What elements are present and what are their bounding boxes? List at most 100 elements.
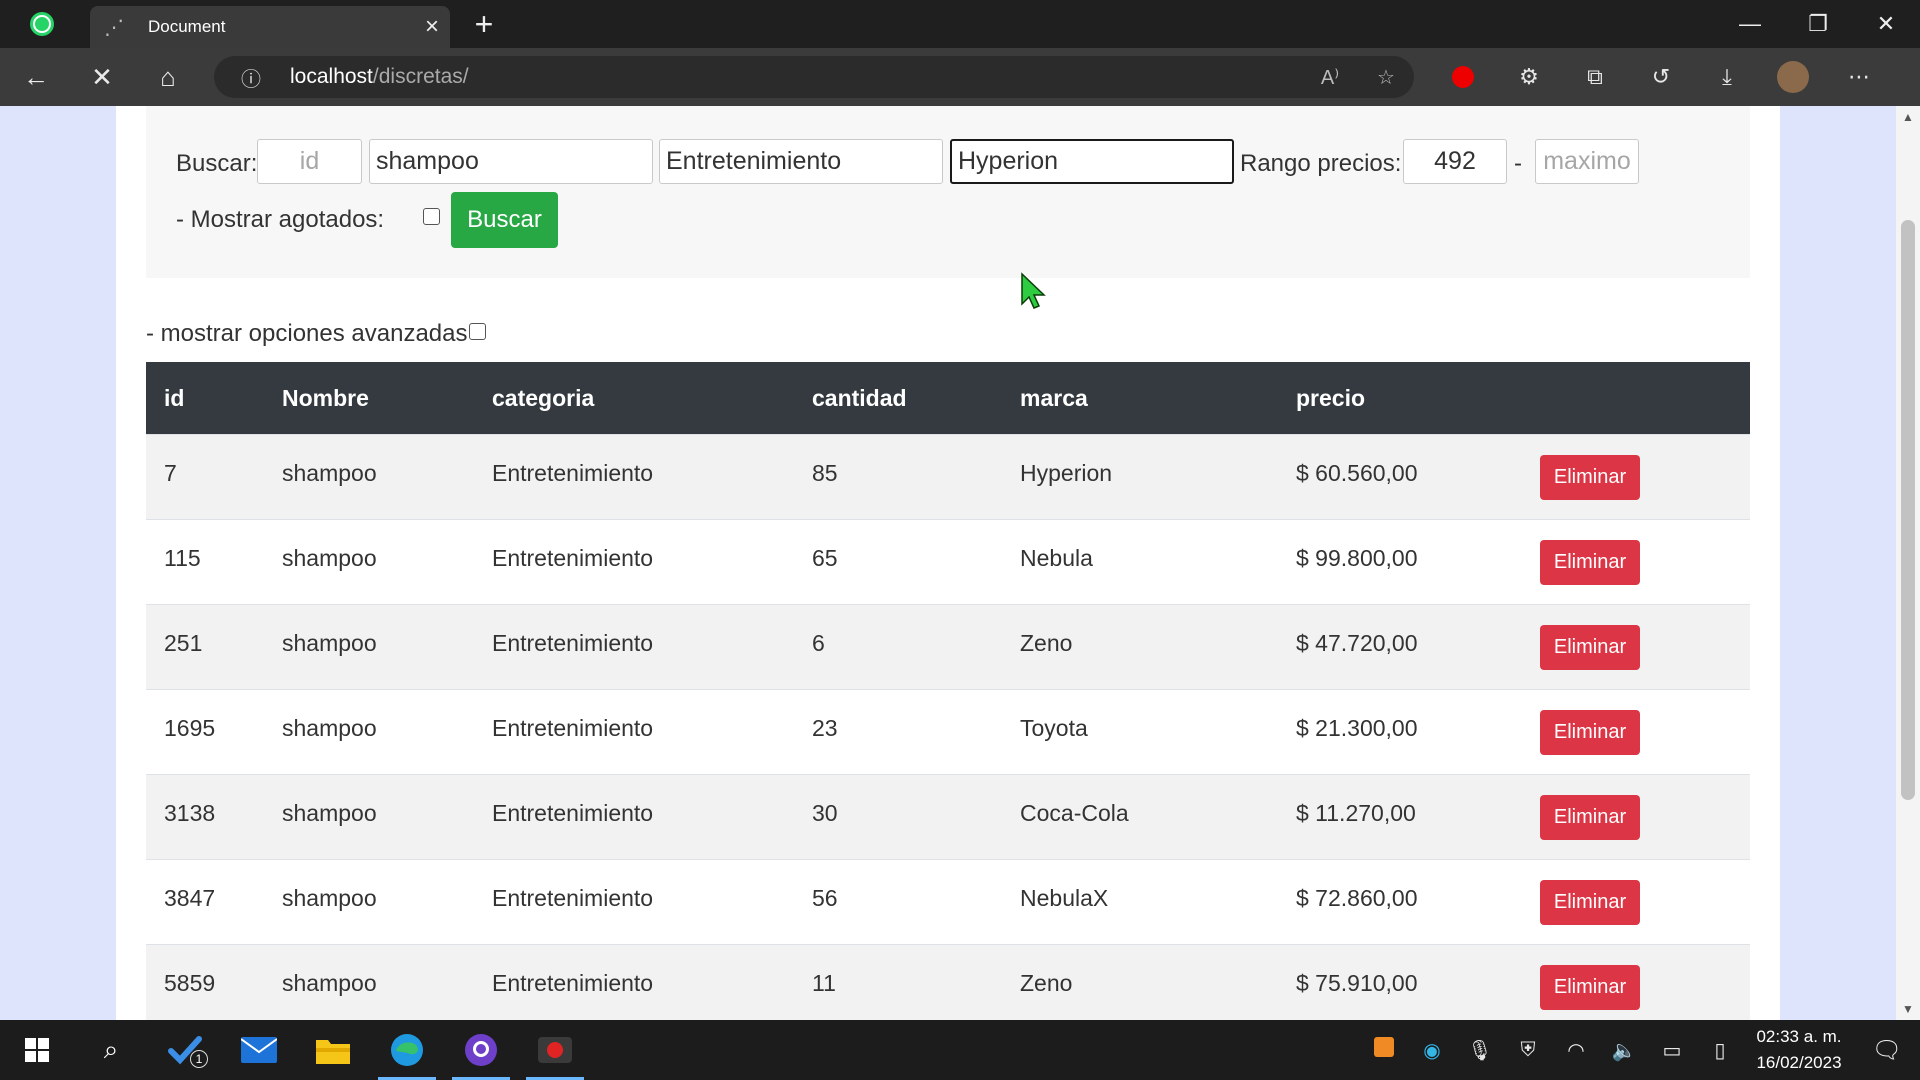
- notifications-icon[interactable]: 🗨: [1854, 1036, 1920, 1065]
- cell-cantidad: 30: [812, 799, 838, 826]
- table-row: 3847 shampoo Entretenimiento 56 NebulaX $ 72.…: [146, 859, 1750, 944]
- adblock-extension-icon[interactable]: [1430, 48, 1496, 106]
- security-icon[interactable]: ⛨: [1504, 1039, 1552, 1062]
- cell-cantidad: 23: [812, 714, 838, 741]
- advanced-options-checkbox[interactable]: [469, 323, 486, 340]
- delete-button[interactable]: Eliminar: [1540, 879, 1640, 925]
- delete-button[interactable]: Eliminar: [1540, 709, 1640, 755]
- volume-icon[interactable]: 🔈: [1600, 1038, 1648, 1063]
- collections-icon[interactable]: ⧉: [1562, 48, 1628, 106]
- microphone-icon[interactable]: 🎙: [1456, 1038, 1504, 1063]
- cell-id: 115: [164, 544, 201, 571]
- cell-categoria: Entretenimiento: [492, 629, 654, 656]
- cell-id: 1695: [164, 714, 216, 741]
- cell-categoria: Entretenimiento: [492, 799, 654, 826]
- advanced-options-label: - mostrar opciones avanzadas: [146, 320, 468, 347]
- file-explorer-icon[interactable]: [296, 1020, 370, 1080]
- cell-precio: $ 75.910,00: [1296, 969, 1418, 996]
- edge-icon[interactable]: [370, 1020, 444, 1080]
- minimize-icon[interactable]: —: [1716, 0, 1784, 48]
- mail-icon[interactable]: [222, 1020, 296, 1080]
- id-input[interactable]: id: [257, 139, 362, 184]
- search-button[interactable]: Buscar: [451, 192, 558, 248]
- downloads-icon[interactable]: ⤓: [1694, 48, 1760, 106]
- cell-precio: $ 60.560,00: [1296, 459, 1418, 486]
- start-icon[interactable]: [0, 1020, 74, 1080]
- delete-button[interactable]: Eliminar: [1540, 794, 1640, 840]
- marca-input[interactable]: Hyperion: [950, 139, 1234, 184]
- products-table: id Nombre categoria cantidad marca preci…: [146, 362, 1750, 1020]
- address-bar[interactable]: ⓘ localhost/discretas/ A⁾ ☆: [214, 56, 1414, 98]
- delete-button[interactable]: Eliminar: [1540, 624, 1640, 670]
- cell-precio: $ 72.860,00: [1296, 884, 1418, 911]
- home-icon[interactable]: ⌂: [138, 48, 198, 106]
- cell-categoria: Entretenimiento: [492, 884, 654, 911]
- battery-icon[interactable]: ▭: [1648, 1038, 1696, 1063]
- screen-recorder-icon[interactable]: [518, 1020, 592, 1080]
- scroll-up-icon[interactable]: ▲: [1896, 106, 1920, 128]
- wifi-icon[interactable]: ◠: [1552, 1038, 1600, 1063]
- scrollbar-thumb[interactable]: [1901, 220, 1915, 800]
- system-tray: ◉ 🎙 ⛨ ◠ 🔈 ▭ ▯ 02:33 a. m. 16/02/2023 🗨: [1360, 1020, 1920, 1080]
- stop-loading-icon[interactable]: ✕: [72, 48, 132, 106]
- delete-button[interactable]: Eliminar: [1540, 964, 1640, 1010]
- cell-nombre: shampoo: [282, 629, 377, 656]
- back-icon[interactable]: ←: [6, 48, 66, 106]
- site-info-icon[interactable]: ⓘ: [226, 63, 276, 92]
- cell-id: 5859: [164, 969, 216, 996]
- cell-cantidad: 56: [812, 884, 838, 911]
- cell-nombre: shampoo: [282, 544, 377, 571]
- header-marca: marca: [1020, 384, 1088, 411]
- page-viewport: Buscar: id shampoo Entretenimiento Hyper…: [0, 106, 1920, 1020]
- restore-icon[interactable]: ❐: [1784, 0, 1852, 48]
- close-tab-icon[interactable]: ×: [414, 13, 450, 41]
- loading-icon: ⋰: [104, 16, 124, 39]
- cell-marca: Coca-Cola: [1020, 799, 1129, 826]
- page-scrollbar[interactable]: ▲ ▼: [1896, 106, 1920, 1020]
- github-icon[interactable]: [444, 1020, 518, 1080]
- cell-marca: Zeno: [1020, 969, 1073, 996]
- delete-button[interactable]: Eliminar: [1540, 539, 1640, 585]
- search-icon[interactable]: ⌕: [74, 1020, 148, 1080]
- browser-tab[interactable]: ⋰ Document ×: [90, 6, 450, 48]
- show-soldout-checkbox[interactable]: [423, 208, 440, 225]
- mouse-cursor-icon: [1021, 272, 1046, 309]
- read-aloud-icon[interactable]: A⁾: [1302, 65, 1358, 90]
- cell-nombre: shampoo: [282, 969, 377, 996]
- cell-cantidad: 11: [812, 969, 836, 996]
- search-label: Buscar:: [176, 150, 258, 177]
- todo-app-icon[interactable]: 1: [148, 1020, 222, 1080]
- categoria-input[interactable]: Entretenimiento: [659, 139, 943, 184]
- clock-date: 16/02/2023: [1756, 1053, 1842, 1072]
- cell-cantidad: 65: [812, 544, 838, 571]
- usb-icon[interactable]: ▯: [1696, 1038, 1744, 1063]
- extensions-icon[interactable]: ⚙: [1496, 48, 1562, 106]
- cell-marca: NebulaX: [1020, 884, 1109, 911]
- delete-button[interactable]: Eliminar: [1540, 454, 1640, 500]
- cell-marca: Zeno: [1020, 629, 1073, 656]
- tab-title: Document: [148, 17, 226, 36]
- history-icon[interactable]: ↺: [1628, 48, 1694, 106]
- more-menu-icon[interactable]: ⋯: [1826, 48, 1892, 106]
- cell-marca: Toyota: [1020, 714, 1088, 741]
- profile-avatar[interactable]: [1760, 48, 1826, 106]
- new-tab-icon[interactable]: +: [464, 6, 504, 43]
- windows-taskbar: ⌕ 1 ◉ 🎙 ⛨ ◠ 🔈 ▭ ▯ 02:33 a. m. 16/02/2023…: [0, 1020, 1920, 1080]
- whatsapp-icon[interactable]: [18, 0, 66, 48]
- toolbar-icons: ⚙ ⧉ ↺ ⤓ ⋯: [1430, 48, 1892, 106]
- tray-sync-icon[interactable]: ◉: [1408, 1038, 1456, 1063]
- table-row: 5859 shampoo Entretenimiento 11 Zeno $ 75.910…: [146, 944, 1750, 1020]
- close-window-icon[interactable]: ✕: [1852, 0, 1920, 48]
- cell-cantidad: 85: [812, 459, 838, 486]
- table-body: 7 shampoo Entretenimiento 85 Hyperion $ 60.56…: [146, 434, 1750, 1020]
- min-price-input[interactable]: 492: [1403, 139, 1507, 184]
- favorite-icon[interactable]: ☆: [1358, 65, 1414, 90]
- content-container: Buscar: id shampoo Entretenimiento Hyper…: [116, 106, 1780, 1020]
- cell-precio: $ 21.300,00: [1296, 714, 1418, 741]
- clock[interactable]: 02:33 a. m. 16/02/2023: [1744, 1024, 1854, 1076]
- scroll-down-icon[interactable]: ▼: [1896, 998, 1920, 1020]
- nombre-input[interactable]: shampoo: [369, 139, 653, 184]
- max-price-input[interactable]: maximo: [1535, 139, 1639, 184]
- cell-nombre: shampoo: [282, 459, 377, 486]
- tray-app-icon[interactable]: [1360, 1037, 1408, 1063]
